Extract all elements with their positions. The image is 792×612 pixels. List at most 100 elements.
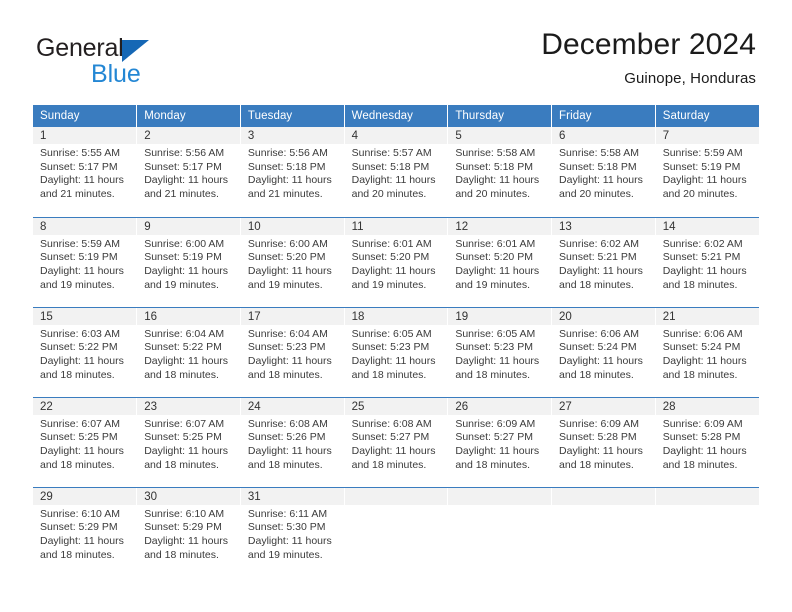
day-cell[interactable]: 3 Sunrise: 5:56 AM Sunset: 5:18 PM Daylight…	[240, 127, 345, 218]
sunrise-text: Sunrise: 5:55 AM	[40, 147, 120, 159]
day-cell[interactable]: 14 Sunrise: 6:02 AM Sunset: 5:21 PM Dayligh…	[655, 217, 759, 308]
logo-triangle-icon	[122, 40, 149, 62]
day-cell[interactable]: 5 Sunrise: 5:58 AM Sunset: 5:18 PM Daylight…	[447, 127, 553, 218]
day-number	[344, 487, 448, 505]
day-cell[interactable]: 18 Sunrise: 6:05 AM Sunset: 5:23 PM Dayligh…	[344, 307, 449, 398]
day-details: Sunrise: 6:07 AM Sunset: 5:25 PM Daylight:…	[33, 415, 136, 473]
sunset-text: Sunset: 5:25 PM	[144, 431, 222, 444]
day-details: Sunrise: 6:08 AM Sunset: 5:27 PM Daylight:…	[345, 415, 448, 473]
day-cell[interactable]: 22 Sunrise: 6:07 AM Sunset: 5:25 PM Dayligh…	[33, 397, 138, 488]
daylight-text: Daylight: 11 hours and 20 minutes.	[351, 174, 436, 201]
daylight-text: Daylight: 11 hours and 18 minutes.	[40, 534, 124, 561]
sunset-text: Sunset: 5:18 PM	[559, 160, 637, 173]
day-number: 10	[240, 217, 344, 235]
sunrise-text: Sunrise: 6:05 AM	[455, 327, 536, 340]
day-cell[interactable]: 17 Sunrise: 6:04 AM Sunset: 5:23 PM Dayligh…	[240, 307, 345, 398]
daylight-text: Daylight: 11 hours and 18 minutes.	[662, 354, 747, 381]
day-cell[interactable]: 29 Sunrise: 6:10 AM Sunset: 5:29 PM Dayligh…	[33, 487, 138, 577]
day-cell[interactable]: 25 Sunrise: 6:08 AM Sunset: 5:27 PM Dayligh…	[344, 397, 449, 488]
weekday-header-monday: Monday	[136, 105, 241, 127]
sunset-text: Sunset: 5:30 PM	[247, 521, 326, 534]
daylight-text: Daylight: 11 hours and 18 minutes.	[40, 354, 124, 381]
day-cell[interactable]: 12 Sunrise: 6:01 AM Sunset: 5:20 PM Dayligh…	[447, 217, 553, 308]
day-cell[interactable]: 23 Sunrise: 6:07 AM Sunset: 5:25 PM Dayligh…	[136, 397, 241, 488]
day-details: Sunrise: 5:56 AM Sunset: 5:18 PM Daylight:…	[241, 144, 344, 202]
day-details: Sunrise: 6:09 AM Sunset: 5:28 PM Daylight:…	[656, 415, 759, 473]
sunset-text: Sunset: 5:25 PM	[40, 431, 118, 444]
day-cell[interactable]: 21 Sunrise: 6:06 AM Sunset: 5:24 PM Dayligh…	[655, 307, 759, 398]
daylight-text: Daylight: 11 hours and 20 minutes.	[455, 174, 540, 201]
sunrise-text: Sunrise: 6:01 AM	[455, 237, 536, 250]
day-cell[interactable]: 2 Sunrise: 5:56 AM Sunset: 5:17 PM Daylight…	[136, 127, 241, 218]
sunrise-text: Sunrise: 6:04 AM	[144, 327, 225, 340]
sunset-text: Sunset: 5:21 PM	[559, 251, 637, 264]
day-number: 12	[448, 217, 552, 235]
weekday-header-thursday: Thursday	[447, 105, 553, 127]
sunrise-text: Sunrise: 6:09 AM	[662, 417, 743, 430]
logo-text-blue: Blue	[91, 60, 141, 88]
day-details: Sunrise: 6:04 AM Sunset: 5:23 PM Daylight:…	[241, 325, 344, 383]
day-cell[interactable]: 13 Sunrise: 6:02 AM Sunset: 5:21 PM Dayligh…	[551, 217, 656, 308]
day-details: Sunrise: 5:58 AM Sunset: 5:18 PM Daylight:…	[448, 144, 551, 202]
day-cell[interactable]: 11 Sunrise: 6:01 AM Sunset: 5:20 PM Dayligh…	[344, 217, 449, 308]
daylight-text: Daylight: 11 hours and 18 minutes.	[351, 444, 436, 471]
generalblue-logo[interactable]: General Blue	[36, 36, 216, 88]
day-cell[interactable]: 1 Sunrise: 5:55 AM Sunset: 5:17 PM Daylight…	[33, 127, 138, 218]
sunset-text: Sunset: 5:24 PM	[559, 341, 637, 354]
day-number: 21	[655, 307, 759, 325]
sunset-text: Sunset: 5:22 PM	[144, 341, 222, 354]
calendar-week-row: 15 Sunrise: 6:03 AM Sunset: 5:22 PM Dayligh…	[33, 307, 759, 398]
daylight-text: Daylight: 11 hours and 18 minutes.	[351, 354, 436, 381]
day-details: Sunrise: 6:00 AM Sunset: 5:20 PM Daylight:…	[241, 235, 344, 293]
sunrise-text: Sunrise: 6:01 AM	[351, 237, 432, 250]
day-cell[interactable]: 15 Sunrise: 6:03 AM Sunset: 5:22 PM Dayligh…	[33, 307, 138, 398]
day-cell[interactable]: 30 Sunrise: 6:10 AM Sunset: 5:29 PM Dayligh…	[136, 487, 241, 577]
weekday-header-tuesday: Tuesday	[240, 105, 345, 127]
day-cell[interactable]: 24 Sunrise: 6:08 AM Sunset: 5:26 PM Dayligh…	[240, 397, 345, 488]
sunset-text: Sunset: 5:29 PM	[40, 521, 118, 534]
day-details: Sunrise: 5:55 AM Sunset: 5:17 PM Daylight:…	[33, 144, 136, 202]
calendar-page: General Blue December 2024 Guinope, Hond…	[0, 0, 792, 612]
sunrise-text: Sunrise: 6:03 AM	[40, 327, 120, 340]
day-cell[interactable]: 7 Sunrise: 5:59 AM Sunset: 5:19 PM Daylight…	[655, 127, 759, 218]
day-cell[interactable]: 31 Sunrise: 6:11 AM Sunset: 5:30 PM Dayligh…	[240, 487, 345, 577]
sunrise-text: Sunrise: 6:00 AM	[144, 237, 225, 250]
sunrise-text: Sunrise: 5:58 AM	[559, 147, 639, 159]
weekday-header-saturday: Saturday	[655, 105, 759, 127]
day-number: 28	[655, 397, 759, 415]
day-cell[interactable]: 20 Sunrise: 6:06 AM Sunset: 5:24 PM Dayligh…	[551, 307, 656, 398]
sunset-text: Sunset: 5:23 PM	[455, 341, 533, 354]
day-details: Sunrise: 6:02 AM Sunset: 5:21 PM Daylight:…	[656, 235, 759, 293]
day-details: Sunrise: 6:01 AM Sunset: 5:20 PM Daylight:…	[345, 235, 448, 293]
day-details: Sunrise: 5:57 AM Sunset: 5:18 PM Daylight:…	[345, 144, 448, 202]
day-cell[interactable]: 4 Sunrise: 5:57 AM Sunset: 5:18 PM Daylight…	[344, 127, 449, 218]
calendar-week-row: 22 Sunrise: 6:07 AM Sunset: 5:25 PM Dayligh…	[33, 397, 759, 488]
sunrise-text: Sunrise: 6:02 AM	[559, 237, 639, 250]
day-cell[interactable]: 8 Sunrise: 5:59 AM Sunset: 5:19 PM Daylight…	[33, 217, 138, 308]
daylight-text: Daylight: 11 hours and 20 minutes.	[559, 174, 643, 201]
day-cell[interactable]: 16 Sunrise: 6:04 AM Sunset: 5:22 PM Dayligh…	[136, 307, 241, 398]
day-cell[interactable]: 27 Sunrise: 6:09 AM Sunset: 5:28 PM Dayligh…	[551, 397, 656, 488]
weekday-header-wednesday: Wednesday	[344, 105, 449, 127]
day-cell[interactable]: 10 Sunrise: 6:00 AM Sunset: 5:20 PM Dayligh…	[240, 217, 345, 308]
day-cell-empty	[344, 487, 449, 577]
day-cell[interactable]: 9 Sunrise: 6:00 AM Sunset: 5:19 PM Daylight…	[136, 217, 241, 308]
day-number: 2	[137, 127, 240, 144]
day-cell[interactable]: 19 Sunrise: 6:05 AM Sunset: 5:23 PM Dayligh…	[447, 307, 553, 398]
sunset-text: Sunset: 5:20 PM	[455, 251, 533, 264]
sunset-text: Sunset: 5:19 PM	[144, 251, 222, 264]
daylight-text: Daylight: 11 hours and 18 minutes.	[40, 444, 124, 471]
day-cell[interactable]: 26 Sunrise: 6:09 AM Sunset: 5:27 PM Dayligh…	[447, 397, 553, 488]
day-number: 27	[552, 397, 655, 415]
day-number	[448, 487, 552, 505]
sunrise-text: Sunrise: 5:57 AM	[351, 147, 432, 159]
day-cell[interactable]: 28 Sunrise: 6:09 AM Sunset: 5:28 PM Dayligh…	[655, 397, 759, 488]
day-cell[interactable]: 6 Sunrise: 5:58 AM Sunset: 5:18 PM Daylight…	[551, 127, 656, 218]
sunrise-text: Sunrise: 6:07 AM	[144, 417, 225, 430]
day-details: Sunrise: 6:04 AM Sunset: 5:22 PM Daylight:…	[137, 325, 240, 383]
sunrise-text: Sunrise: 6:10 AM	[144, 507, 225, 520]
daylight-text: Daylight: 11 hours and 18 minutes.	[455, 444, 540, 471]
weekday-header-friday: Friday	[551, 105, 656, 127]
day-number: 19	[448, 307, 552, 325]
day-details: Sunrise: 6:10 AM Sunset: 5:29 PM Daylight:…	[137, 505, 240, 563]
